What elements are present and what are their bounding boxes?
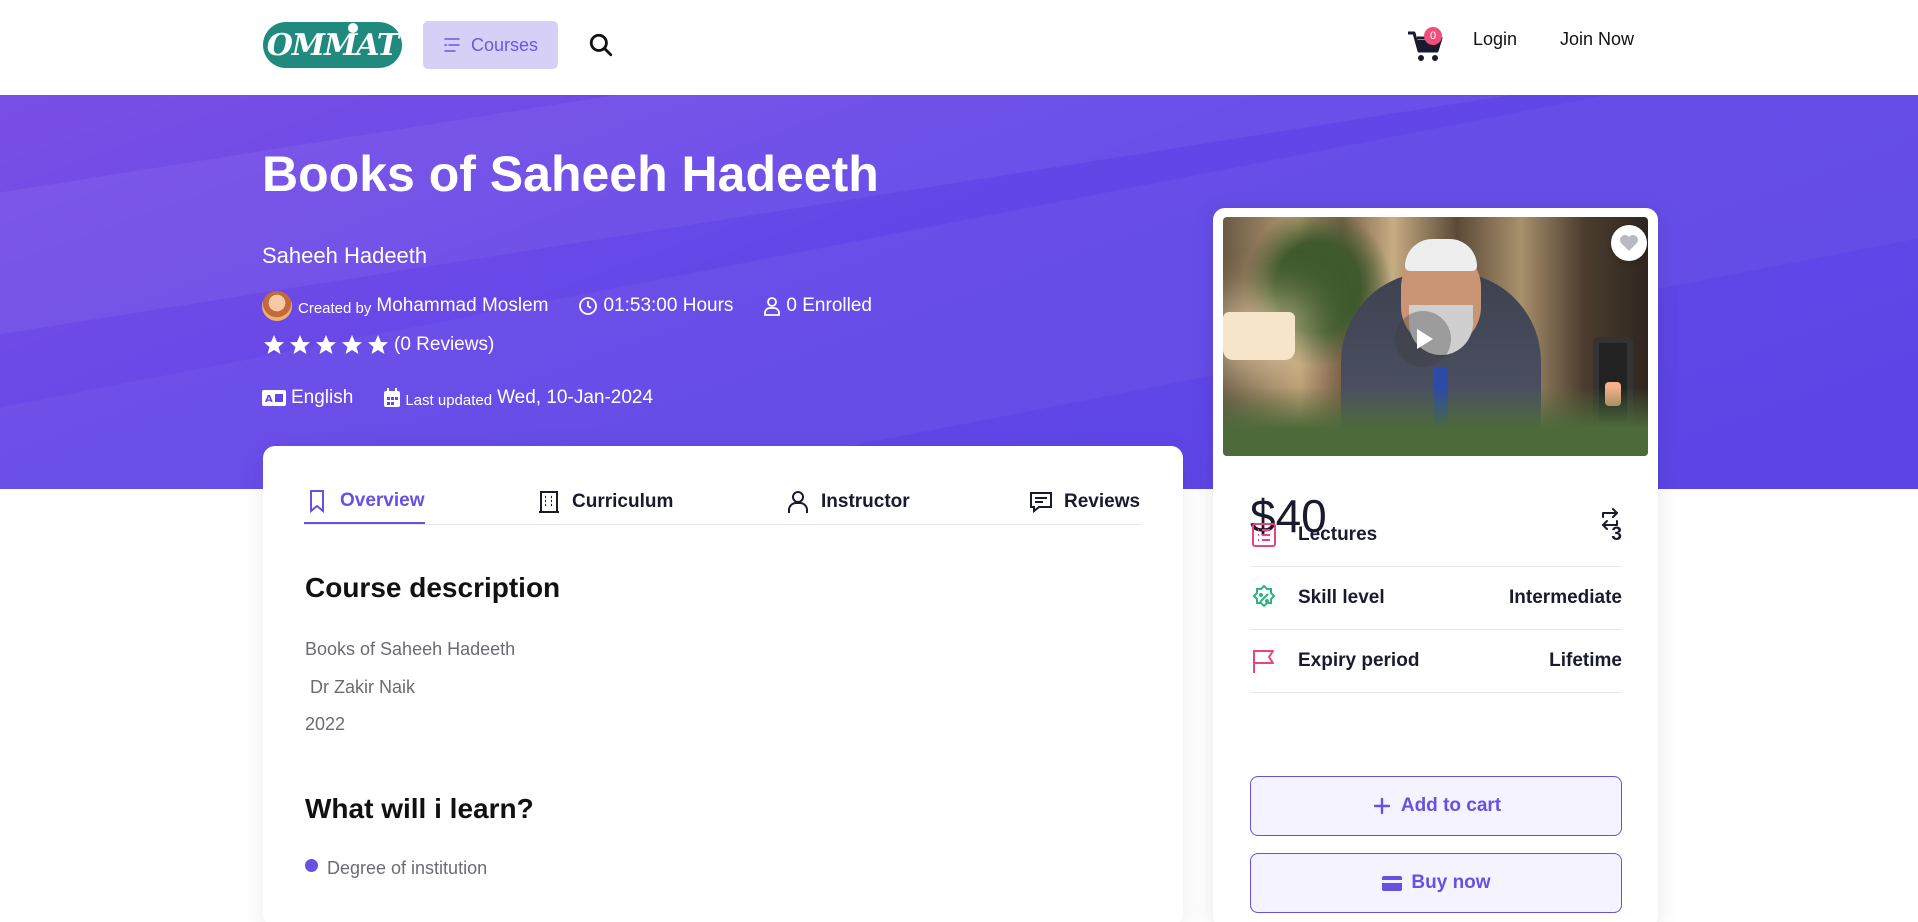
duration-text: 01:53:00 Hours [603, 295, 734, 316]
tab-overview[interactable]: Overview [304, 480, 425, 524]
enrolled-text: 0 Enrolled [786, 295, 872, 316]
rating-stars [262, 333, 392, 357]
row-value: 3 [1611, 524, 1622, 545]
author-name[interactable]: Mohammad Moslem [376, 295, 548, 317]
tab-label: Instructor [821, 491, 910, 512]
created-by-prefix: Created by [298, 299, 372, 317]
reviews-count: (0 Reviews) [394, 334, 495, 355]
course-subtitle: Saheeh Hadeeth [262, 243, 428, 268]
tab-label: Reviews [1064, 491, 1141, 512]
skill-level-row: Skill level Intermediate [1250, 567, 1622, 630]
star-icon [368, 335, 388, 354]
heart-icon [1620, 235, 1638, 251]
expiry-period-row: Expiry period Lifetime [1250, 630, 1622, 693]
star-icon [290, 335, 310, 354]
tab-instructor[interactable]: Instructor [785, 480, 910, 524]
language-text: English [291, 387, 354, 408]
description-line: Books of Saheeh Hadeeth [305, 639, 516, 659]
video-frame-foliage [1223, 387, 1648, 456]
course-meta-row: Created by Mohammad Moslem 01:53:00 Hour… [262, 291, 872, 321]
building-icon [539, 491, 559, 513]
credit-card-icon [1382, 876, 1403, 891]
tab-label: Overview [340, 490, 425, 511]
courses-menu-button[interactable]: Courses [423, 21, 558, 69]
user-icon [764, 297, 781, 316]
star-icon [342, 335, 362, 354]
star-icon [264, 335, 284, 354]
learn-list-item: Degree of institution [305, 858, 487, 879]
play-button[interactable] [1395, 311, 1451, 367]
top-navbar: OMMAT Courses 0 Login Join Now [0, 0, 1918, 95]
user-icon [788, 491, 808, 513]
wishlist-button[interactable] [1611, 225, 1647, 261]
courses-label: Courses [470, 34, 539, 55]
logo-text: OMMAT [266, 27, 400, 63]
play-icon [1417, 329, 1433, 349]
bookmark-icon [310, 490, 324, 514]
buy-now-label: Buy now [1411, 872, 1491, 893]
tab-curriculum[interactable]: Curriculum [536, 480, 673, 524]
bullet-icon [305, 859, 318, 872]
svg-text:A: A [265, 394, 273, 405]
filter-lines-icon [444, 38, 460, 52]
crescent-icon [348, 23, 358, 33]
flag-icon [1253, 650, 1274, 673]
plus-icon [1373, 797, 1391, 815]
badge-percent-icon [1252, 584, 1276, 608]
login-link[interactable]: Login [1473, 29, 1517, 50]
add-to-cart-label: Add to cart [1400, 795, 1502, 816]
list-icon [1252, 523, 1276, 547]
what-will-i-learn-heading: What will i learn? [305, 793, 534, 824]
search-icon[interactable] [588, 32, 614, 58]
course-preview-video[interactable] [1223, 217, 1648, 456]
purchase-card: $40 Lectures 3 Skill level Intermediate … [1213, 208, 1658, 922]
add-to-cart-button[interactable]: Add to cart [1250, 776, 1622, 836]
course-title: Books of Saheeh Hadeeth [262, 146, 879, 202]
tab-reviews[interactable]: Reviews [1028, 480, 1140, 524]
language-icon: A [262, 390, 286, 406]
lectures-row: Lectures 3 [1250, 504, 1622, 567]
row-label: Skill level [1298, 587, 1385, 608]
last-updated-date: Wed, 10-Jan-2024 [497, 387, 654, 408]
description-line: 2022 [305, 714, 346, 734]
description-line: Dr Zakir Naik [305, 677, 416, 697]
video-frame-cap [1405, 239, 1477, 271]
row-value: Intermediate [1509, 587, 1622, 608]
cart-count-badge: 0 [1424, 27, 1442, 45]
row-label: Expiry period [1298, 650, 1420, 671]
star-icon [316, 335, 336, 354]
clock-icon [579, 297, 598, 315]
course-tabs: Overview Curriculum Instructor Reviews [304, 480, 1142, 525]
ommat-logo[interactable]: OMMAT [263, 22, 402, 68]
row-value: Lifetime [1549, 650, 1622, 671]
rating-row: (0 Reviews) [262, 333, 494, 357]
buy-now-button[interactable]: Buy now [1250, 853, 1622, 913]
duration-item: 01:53:00 Hours [578, 295, 733, 317]
learn-item-text: Degree of institution [327, 858, 488, 878]
author-avatar[interactable] [262, 291, 292, 321]
course-content-card: Overview Curriculum Instructor Reviews C… [263, 446, 1183, 922]
tab-label: Curriculum [572, 491, 674, 512]
video-frame-lamp [1223, 312, 1295, 360]
last-updated-prefix: Last updated [405, 391, 493, 409]
course-description-heading: Course description [305, 572, 561, 603]
calendar-icon [384, 388, 401, 407]
chat-icon [1030, 492, 1052, 514]
row-label: Lectures [1298, 524, 1378, 545]
enrolled-item: 0 Enrolled [763, 295, 872, 317]
join-now-link[interactable]: Join Now [1560, 29, 1634, 50]
language-update-row: A English Last updated Wed, 10-Jan-2024 [262, 387, 653, 409]
